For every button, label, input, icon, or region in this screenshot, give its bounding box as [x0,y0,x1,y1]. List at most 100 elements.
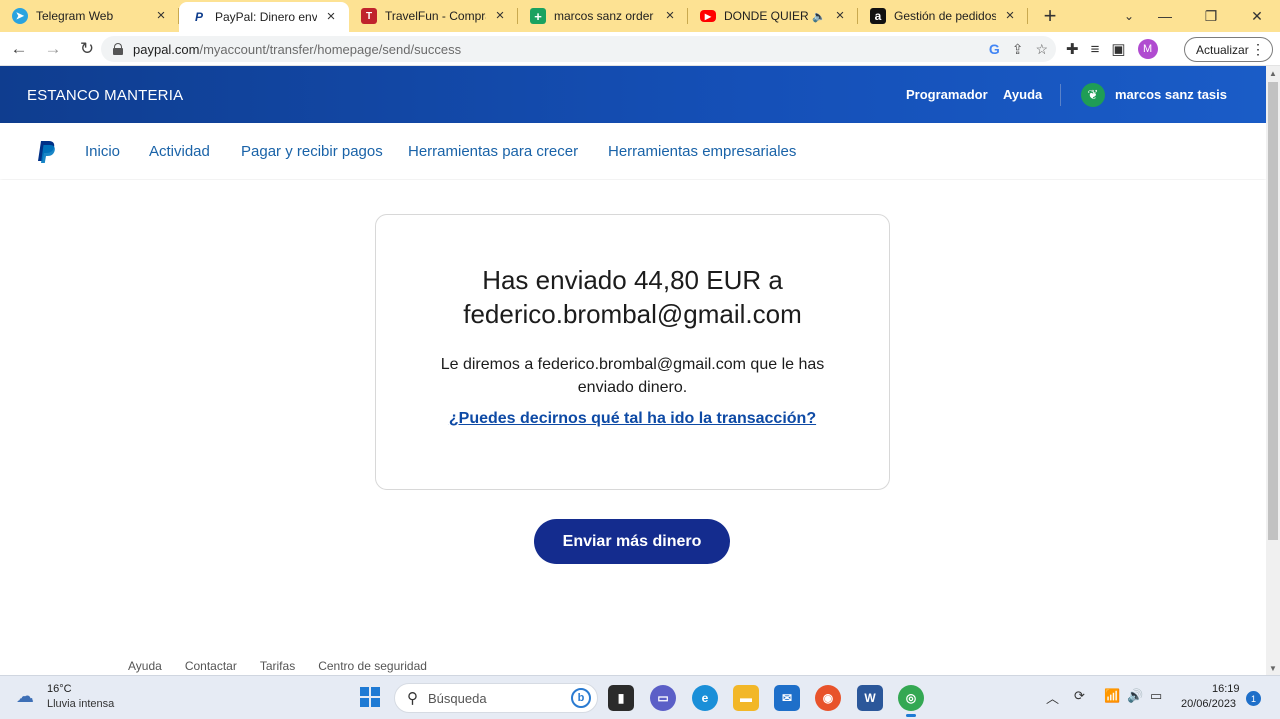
search-placeholder: Búsqueda [428,690,487,706]
tab-travelfun[interactable]: T TravelFun - Compra tu × [349,0,518,32]
windows-taskbar: ☁ 16°C Lluvia intensa ⚲ Búsqueda b ▮ ▭ e… [0,675,1280,719]
success-title-line1: Has enviado 44,80 EUR a [482,265,783,295]
firefox-icon[interactable]: ◉ [815,685,841,711]
share-icon[interactable]: ⇪ [1012,41,1024,58]
sidepanel-icon[interactable]: ▣ [1111,40,1125,58]
wifi-icon[interactable]: 📶 [1104,688,1120,704]
tab-title: Gestión de pedidos [894,9,996,23]
close-icon[interactable]: × [492,8,508,24]
taskview-icon[interactable]: ▮ [608,685,634,711]
update-button[interactable]: Actualizar ⋮ [1184,37,1273,62]
header-divider [1060,84,1061,106]
lock-icon[interactable] [113,43,123,55]
telegram-icon: ➤ [12,8,28,24]
url-text[interactable]: paypal.com/myaccount/transfer/homepage/s… [133,42,461,57]
travelfun-icon: T [361,8,377,24]
scroll-down-icon[interactable]: ▼ [1266,661,1280,675]
browser-tab-strip: ➤ Telegram Web × P PayPal: Dinero enviad… [0,0,1280,32]
paypal-nav: Inicio Actividad Pagar y recibir pagos H… [0,123,1266,179]
scroll-up-icon[interactable]: ▲ [1266,66,1280,80]
success-title-line2: federico.brombal@gmail.com [463,299,802,329]
restore-icon[interactable]: ❐ [1188,0,1234,32]
developer-link[interactable]: Programador [906,87,988,102]
close-window-icon[interactable]: ✕ [1234,0,1280,32]
help-link[interactable]: Ayuda [1003,87,1042,102]
windows-start-icon[interactable] [360,687,380,707]
tray-overflow-icon[interactable]: ︿ [1046,688,1059,707]
mail-icon[interactable]: ✉ [774,685,800,711]
nav-actividad[interactable]: Actividad [149,143,210,160]
word-icon[interactable]: W [857,685,883,711]
close-icon[interactable]: × [323,9,339,25]
send-more-money-button[interactable]: Enviar más dinero [534,519,730,564]
edge-icon[interactable]: e [692,685,718,711]
puzzle-icon[interactable]: ✚ [1066,40,1079,58]
media-icon[interactable]: ≡ [1091,41,1100,58]
tab-youtube[interactable]: ▶ DONDE QUIERO E 🔈 × [688,0,858,32]
tab-amazon[interactable]: a Gestión de pedidos × [858,0,1028,32]
footer-help-link[interactable]: Ayuda [128,659,162,673]
footer-links: Ayuda Contactar Tarifas Centro de seguri… [128,659,427,673]
browser-toolbar: ← → ↻ paypal.com/myaccount/transfer/home… [0,32,1280,66]
address-bar[interactable]: paypal.com/myaccount/transfer/homepage/s… [101,36,1056,62]
nav-herramientas-empresariales[interactable]: Herramientas empresariales [608,143,796,160]
main-content: Has enviado 44,80 EUR a federico.brombal… [0,180,1266,673]
success-title: Has enviado 44,80 EUR a federico.brombal… [396,263,869,331]
user-avatar-icon[interactable]: ❦ [1081,83,1105,107]
feedback-link[interactable]: ¿Puedes decirnos qué tal ha ido la trans… [396,410,869,428]
scroll-thumb[interactable] [1268,82,1278,540]
footer-fees-link[interactable]: Tarifas [260,659,295,673]
footer-security-link[interactable]: Centro de seguridad [318,659,427,673]
minimize-icon[interactable]: — [1142,0,1188,32]
window-controls: — ❐ ✕ [1142,0,1280,32]
menu-icon[interactable]: ⋮ [1251,41,1265,58]
notify-text: Le diremos a federico.brombal@gmail.com … [440,356,825,396]
star-icon[interactable]: ☆ [1035,41,1048,58]
back-icon[interactable]: ← [4,34,34,64]
file-explorer-icon[interactable]: ▬ [733,685,759,711]
chrome-icon[interactable]: ◎ [898,685,924,717]
omnibox-actions: G ⇪ ☆ [989,36,1048,62]
notification-badge[interactable]: 1 [1246,691,1261,706]
weather-temperature[interactable]: 16°C [47,683,72,695]
user-name[interactable]: marcos sanz tasis [1115,87,1227,102]
weather-description[interactable]: Lluvia intensa [47,698,114,710]
paypal-icon: P [194,10,203,24]
paypal-logo-icon[interactable] [36,140,56,164]
tab-paypal[interactable]: P PayPal: Dinero enviado × [179,2,349,32]
tab-title: marcos sanz order - H [554,9,656,23]
close-icon[interactable]: × [153,8,169,24]
tab-sheets[interactable]: + marcos sanz order - H × [518,0,688,32]
close-icon[interactable]: × [1002,8,1018,24]
clock-time[interactable]: 16:19 [1212,683,1240,695]
business-name: ESTANCO MANTERIA [27,87,184,104]
profile-avatar[interactable]: M [1137,39,1158,59]
tab-title: PayPal: Dinero enviado [215,10,317,24]
extension-icons: ✚ ≡ ▣ M [1066,36,1158,62]
forward-icon[interactable]: → [38,34,68,64]
clock-date[interactable]: 20/06/2023 [1181,698,1236,710]
google-lens-icon[interactable]: G [989,41,1000,57]
rain-cloud-icon[interactable]: ☁ [16,686,34,707]
new-tab-button[interactable]: + [1034,0,1066,32]
bing-icon[interactable]: b [571,688,591,708]
volume-icon[interactable]: 🔊 [1127,688,1143,704]
speaker-icon[interactable]: 🔈 [812,10,826,23]
tab-search-icon[interactable]: ⌄ [1117,0,1141,32]
reload-icon[interactable]: ↻ [72,34,102,64]
teams-chat-icon[interactable]: ▭ [650,685,676,711]
tab-telegram[interactable]: ➤ Telegram Web × [0,0,179,32]
youtube-icon: ▶ [700,10,716,22]
close-icon[interactable]: × [832,8,848,24]
nav-pagar-recibir[interactable]: Pagar y recibir pagos [241,143,383,160]
taskbar-search[interactable]: ⚲ Búsqueda b [394,683,598,713]
page-scrollbar[interactable]: ▲ ▼ [1266,66,1280,675]
battery-icon[interactable]: ▭ [1150,688,1162,704]
sheets-icon: + [530,8,546,24]
footer-contact-link[interactable]: Contactar [185,659,237,673]
close-icon[interactable]: × [662,8,678,24]
tab-title: Telegram Web [36,9,114,23]
sync-icon[interactable]: ⟳ [1074,688,1085,704]
nav-inicio[interactable]: Inicio [85,143,120,160]
nav-herramientas-crecer[interactable]: Herramientas para crecer [408,143,578,160]
